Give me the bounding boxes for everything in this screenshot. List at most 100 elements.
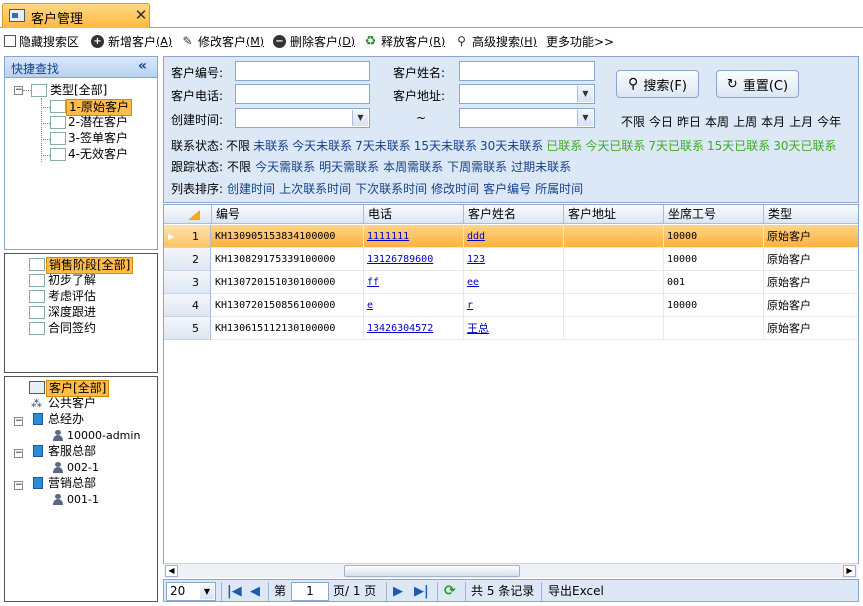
- cell-name-link[interactable]: ee: [464, 271, 564, 294]
- tree-item-stage-evaluate[interactable]: 考虑评估: [46, 289, 98, 304]
- follow-filter[interactable]: 下周需联系: [447, 158, 507, 175]
- table-row[interactable]: 4 KH130720150856100000 e r 10000 原始客户: [164, 294, 858, 317]
- contact-filter[interactable]: 未联系: [253, 137, 289, 154]
- sort-option[interactable]: 创建时间: [227, 180, 275, 197]
- cell-phone-link[interactable]: 13126789600: [364, 248, 464, 271]
- tree-collapse-icon[interactable]: −: [14, 86, 23, 95]
- column-header-type[interactable]: 类型: [764, 205, 858, 224]
- first-page-icon[interactable]: |◀: [227, 583, 242, 600]
- contact-filter[interactable]: 7天未联系: [355, 137, 411, 154]
- contact-filter[interactable]: 今天未联系: [292, 137, 352, 154]
- date-filter-today[interactable]: 今日: [649, 113, 673, 130]
- advanced-search-button[interactable]: ⚲ 高级搜索 (H): [455, 31, 537, 51]
- tree-item-dept[interactable]: 总经办: [46, 412, 86, 427]
- scroll-left-arrow-icon[interactable]: ◀: [165, 565, 178, 577]
- tree-item-dept[interactable]: 客服总部: [46, 444, 98, 459]
- tree-item-customer-all[interactable]: 客户[全部]: [46, 380, 110, 397]
- table-row[interactable]: 5 KH130615112130100000 13426304572 王总 原始…: [164, 317, 858, 340]
- sort-option[interactable]: 客户编号: [483, 180, 531, 197]
- close-icon[interactable]: ✕: [133, 6, 149, 24]
- follow-filter[interactable]: 不限: [227, 158, 251, 175]
- reset-button[interactable]: ↻ 重置(C): [716, 70, 799, 98]
- cell-name-link[interactable]: r: [464, 294, 564, 317]
- column-header-name[interactable]: 客户姓名: [464, 205, 564, 224]
- tree-collapse-icon[interactable]: −: [14, 449, 23, 458]
- cell-phone-link[interactable]: ff: [364, 271, 464, 294]
- sort-option[interactable]: 修改时间: [431, 180, 479, 197]
- tree-item-stage-followup[interactable]: 深度跟进: [46, 305, 98, 320]
- search-button[interactable]: ⚲ 搜索(F): [616, 70, 699, 98]
- tree-item-type-signed[interactable]: 3-签单客户: [66, 131, 130, 146]
- contact-filter[interactable]: 不限: [226, 137, 250, 154]
- date-filter-last-month[interactable]: 上月: [789, 113, 813, 130]
- tree-collapse-icon[interactable]: −: [14, 481, 23, 490]
- select-all-corner-icon[interactable]: [188, 210, 200, 220]
- contact-filter[interactable]: 今天已联系: [585, 137, 645, 154]
- follow-filter[interactable]: 今天需联系: [255, 158, 315, 175]
- cell-name-link[interactable]: ddd: [464, 225, 564, 248]
- created-from-select[interactable]: ▼: [235, 108, 370, 128]
- tree-item-type-potential[interactable]: 2-潜在客户: [66, 115, 130, 130]
- tree-item-user[interactable]: 10000-admin: [65, 428, 142, 443]
- contact-filter[interactable]: 15天已联系: [707, 137, 770, 154]
- date-filter-this-month[interactable]: 本月: [761, 113, 785, 130]
- date-filter-all[interactable]: 不限: [621, 113, 645, 130]
- column-header-phone[interactable]: 电话: [364, 205, 464, 224]
- tree-item-dept[interactable]: 营销总部: [46, 476, 98, 491]
- follow-filter[interactable]: 明天需联系: [319, 158, 379, 175]
- contact-filter[interactable]: 7天已联系: [648, 137, 704, 154]
- tree-item-type-invalid[interactable]: 4-无效客户: [66, 147, 130, 162]
- last-page-icon[interactable]: ▶|: [414, 583, 429, 600]
- tree-item-user[interactable]: 002-1: [65, 460, 101, 475]
- cell-phone-link[interactable]: 1111111: [364, 225, 464, 248]
- tree-item-stage-initial[interactable]: 初步了解: [46, 273, 98, 288]
- cell-phone-link[interactable]: 13426304572: [364, 317, 464, 340]
- sort-option[interactable]: 下次联系时间: [355, 180, 427, 197]
- customer-name-input[interactable]: [459, 61, 595, 81]
- tree-collapse-icon[interactable]: −: [14, 417, 23, 426]
- next-page-icon[interactable]: ▶: [393, 583, 403, 600]
- follow-filter[interactable]: 过期未联系: [511, 158, 571, 175]
- collapse-icon[interactable]: «: [138, 58, 147, 74]
- contact-filter[interactable]: 15天未联系: [414, 137, 477, 154]
- contact-filter[interactable]: 30天已联系: [773, 137, 836, 154]
- tree-item-user[interactable]: 001-1: [65, 492, 101, 507]
- cell-name-link[interactable]: 王总: [464, 317, 564, 340]
- scroll-thumb[interactable]: [344, 565, 520, 577]
- page-size-select[interactable]: 20 ▼: [166, 582, 216, 601]
- date-filter-this-year[interactable]: 今年: [817, 113, 841, 130]
- tree-item-public-customer[interactable]: 公共客户: [46, 396, 98, 411]
- cell-name-link[interactable]: 123: [464, 248, 564, 271]
- tab-customer-management[interactable]: 客户管理 ✕: [2, 3, 150, 28]
- sort-option[interactable]: 所属时间: [535, 180, 583, 197]
- column-header-no[interactable]: 编号: [212, 205, 364, 224]
- customer-no-input[interactable]: [235, 61, 370, 81]
- table-row[interactable]: ▶ 1 KH130905153834100000 1111111 ddd 100…: [164, 225, 858, 248]
- refresh-icon[interactable]: ⟳: [444, 583, 456, 600]
- created-to-select[interactable]: ▼: [459, 108, 595, 128]
- table-row[interactable]: 2 KH130829175339100000 13126789600 123 1…: [164, 248, 858, 271]
- customer-phone-input[interactable]: [235, 84, 370, 104]
- more-functions-button[interactable]: 更多功能>>: [546, 31, 614, 51]
- contact-filter[interactable]: 30天未联系: [480, 137, 543, 154]
- export-excel-button[interactable]: 导出Excel: [548, 583, 604, 600]
- page-number-input[interactable]: 1: [291, 582, 329, 601]
- table-row[interactable]: 3 KH130720151030100000 ff ee 001 原始客户: [164, 271, 858, 294]
- sort-option[interactable]: 上次联系时间: [279, 180, 351, 197]
- prev-page-icon[interactable]: ◀: [250, 583, 260, 600]
- edit-customer-button[interactable]: ✎ 修改客户 (M): [181, 31, 264, 51]
- release-customer-button[interactable]: ♻ 释放客户 (R): [364, 31, 446, 51]
- tree-item-stage-all[interactable]: 销售阶段[全部]: [46, 257, 134, 274]
- cell-phone-link[interactable]: e: [364, 294, 464, 317]
- date-filter-yesterday[interactable]: 昨日: [677, 113, 701, 130]
- contact-filter[interactable]: 已联系: [546, 137, 582, 154]
- column-header-address[interactable]: 客户地址: [564, 205, 664, 224]
- tree-item-stage-contract[interactable]: 合同签约: [46, 321, 98, 336]
- follow-filter[interactable]: 本周需联系: [383, 158, 443, 175]
- horizontal-scrollbar[interactable]: ◀ ▶: [164, 563, 858, 578]
- column-header-agent[interactable]: 坐席工号: [664, 205, 764, 224]
- add-customer-button[interactable]: + 新增客户 (A): [91, 31, 172, 51]
- tree-item-type-all[interactable]: 类型[全部]: [48, 83, 109, 98]
- scroll-right-arrow-icon[interactable]: ▶: [843, 565, 856, 577]
- tree-item-type-original[interactable]: 1-原始客户: [66, 99, 132, 116]
